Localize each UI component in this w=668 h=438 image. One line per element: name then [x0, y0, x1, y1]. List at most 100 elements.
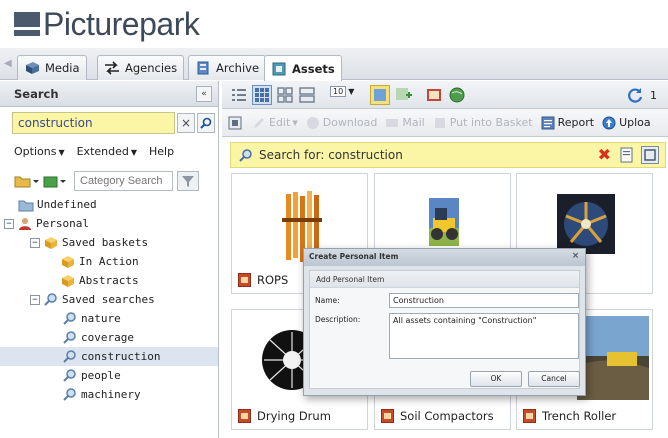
options-menu[interactable]: Options ▼: [14, 145, 65, 158]
view-toolbar: 10 ▼ 1: [222, 81, 668, 109]
thumbnail-grid-icon[interactable]: [252, 85, 272, 105]
tree-node-label: machinery: [81, 388, 141, 401]
tab-assets[interactable]: Assets: [264, 55, 342, 81]
upload-button-label: Uploa: [619, 116, 651, 129]
add-icon[interactable]: [394, 86, 412, 104]
tab-agencies[interactable]: Agencies: [97, 55, 185, 80]
image-file-icon: [238, 273, 251, 287]
asset-thumbnail: [577, 316, 649, 400]
logo-text: Picturepark: [43, 6, 200, 42]
description-label: Description:: [315, 315, 361, 324]
tree-node-abstracts[interactable]: Abstracts: [0, 271, 218, 290]
folder-dropdown-icon[interactable]: [14, 173, 40, 189]
report-button[interactable]: Report: [541, 116, 594, 130]
asset-caption: ROPS: [238, 273, 288, 287]
filter-icon[interactable]: [177, 171, 199, 191]
clear-search-button[interactable]: ×: [177, 113, 195, 133]
select-all-icon[interactable]: [228, 116, 242, 130]
large-grid-icon[interactable]: [298, 86, 316, 104]
tab-scroll-left-icon[interactable]: ◀: [4, 58, 12, 69]
basket-icon: [434, 117, 445, 128]
tree-node-personal[interactable]: − Personal: [0, 214, 218, 233]
expand-icon[interactable]: [641, 146, 659, 164]
asset-name: Drying Drum: [257, 409, 331, 423]
tree-node-label: people: [81, 369, 121, 382]
tab-media[interactable]: Media: [17, 55, 87, 80]
chevron-down-icon: ▼: [348, 87, 355, 96]
agencies-icon: [105, 61, 119, 75]
tab-agencies-label: Agencies: [125, 61, 178, 75]
edit-button-label: Edit: [269, 116, 291, 129]
download-button[interactable]: Download: [306, 116, 377, 130]
collapse-toggle-icon[interactable]: −: [30, 237, 40, 248]
dialog-title-bar: Create Personal Item ×: [304, 249, 585, 266]
category-dropdown-icon[interactable]: [42, 173, 68, 189]
extended-menu-label: Extended: [76, 145, 129, 158]
tree-node-in-action[interactable]: In Action: [0, 252, 218, 271]
list-view-icon[interactable]: [230, 86, 248, 104]
tree-node-coverage[interactable]: coverage: [0, 328, 218, 347]
tab-media-label: Media: [45, 61, 80, 75]
put-into-basket-button[interactable]: Put into Basket: [433, 116, 533, 130]
asset-caption: Trench Roller: [523, 409, 616, 423]
search-icon: [200, 117, 212, 129]
extended-menu[interactable]: Extended ▼: [77, 145, 137, 158]
upload-icon: [602, 116, 616, 129]
search-icon: [239, 149, 252, 162]
archive-icon: [197, 61, 209, 75]
tree-node-machinery[interactable]: machinery: [0, 385, 218, 404]
edit-button[interactable]: Edit ▼: [252, 116, 298, 130]
clear-icon: ×: [180, 116, 192, 130]
app-header: Picturepark: [0, 0, 668, 48]
asset-caption: Drying Drum: [238, 409, 331, 423]
dialog-body: Add Personal Item Name: Description: All…: [309, 270, 580, 389]
refresh-icon[interactable]: [626, 86, 644, 104]
search-panel-header: Search: [0, 81, 218, 107]
save-search-icon[interactable]: [619, 147, 635, 163]
tree-node-undefined[interactable]: Undefined: [0, 195, 218, 214]
category-tree: Undefined − Personal − Saved baskets In …: [0, 195, 218, 404]
image-file-icon: [381, 409, 394, 423]
description-field[interactable]: All assets containing "Construction": [389, 313, 579, 359]
tree-node-label: nature: [81, 312, 121, 325]
preview-toggle-icon[interactable]: [370, 85, 390, 105]
asset-name: ROPS: [257, 273, 289, 287]
image-file-icon: [238, 409, 251, 423]
assets-icon: [272, 62, 286, 75]
search-button[interactable]: [197, 113, 215, 133]
globe-icon[interactable]: [448, 86, 466, 104]
close-icon[interactable]: ×: [570, 251, 581, 262]
image-icon[interactable]: [426, 86, 444, 104]
search-icon: [63, 368, 76, 382]
collapse-toggle-icon[interactable]: −: [30, 294, 40, 305]
tree-node-label: In Action: [79, 255, 139, 268]
mail-button[interactable]: Mail: [385, 116, 425, 130]
tree-node-people[interactable]: people: [0, 366, 218, 385]
report-icon: [541, 116, 555, 129]
upload-button[interactable]: Uploa: [602, 116, 651, 130]
page-size-select[interactable]: 10 ▼: [330, 86, 354, 97]
action-toolbar: Edit ▼ Download Mail Put into Basket Repo…: [222, 109, 668, 137]
cancel-button[interactable]: Cancel: [528, 371, 580, 387]
basket-icon: [62, 255, 74, 268]
tree-node-nature[interactable]: nature: [0, 309, 218, 328]
tree-node-saved-searches[interactable]: − Saved searches: [0, 290, 218, 309]
download-icon: [306, 116, 319, 129]
tree-node-construction[interactable]: construction: [0, 347, 218, 366]
collapse-toggle-icon[interactable]: −: [4, 218, 14, 229]
help-link[interactable]: Help: [149, 145, 174, 158]
ok-button[interactable]: OK: [470, 371, 522, 387]
search-icon: [63, 387, 76, 401]
search-input[interactable]: [12, 112, 175, 134]
category-search-input[interactable]: [74, 171, 173, 191]
collapse-panel-button[interactable]: «: [196, 86, 212, 102]
tab-archive[interactable]: Archive: [188, 55, 267, 80]
medium-grid-icon[interactable]: [276, 86, 294, 104]
search-panel-title: Search: [14, 86, 59, 101]
search-icon: [44, 292, 57, 306]
name-field[interactable]: [389, 293, 579, 308]
close-icon[interactable]: ✖: [598, 145, 611, 164]
basket-icon: [45, 236, 57, 249]
tree-node-saved-baskets[interactable]: − Saved baskets: [0, 233, 218, 252]
tree-node-label: coverage: [81, 331, 134, 344]
